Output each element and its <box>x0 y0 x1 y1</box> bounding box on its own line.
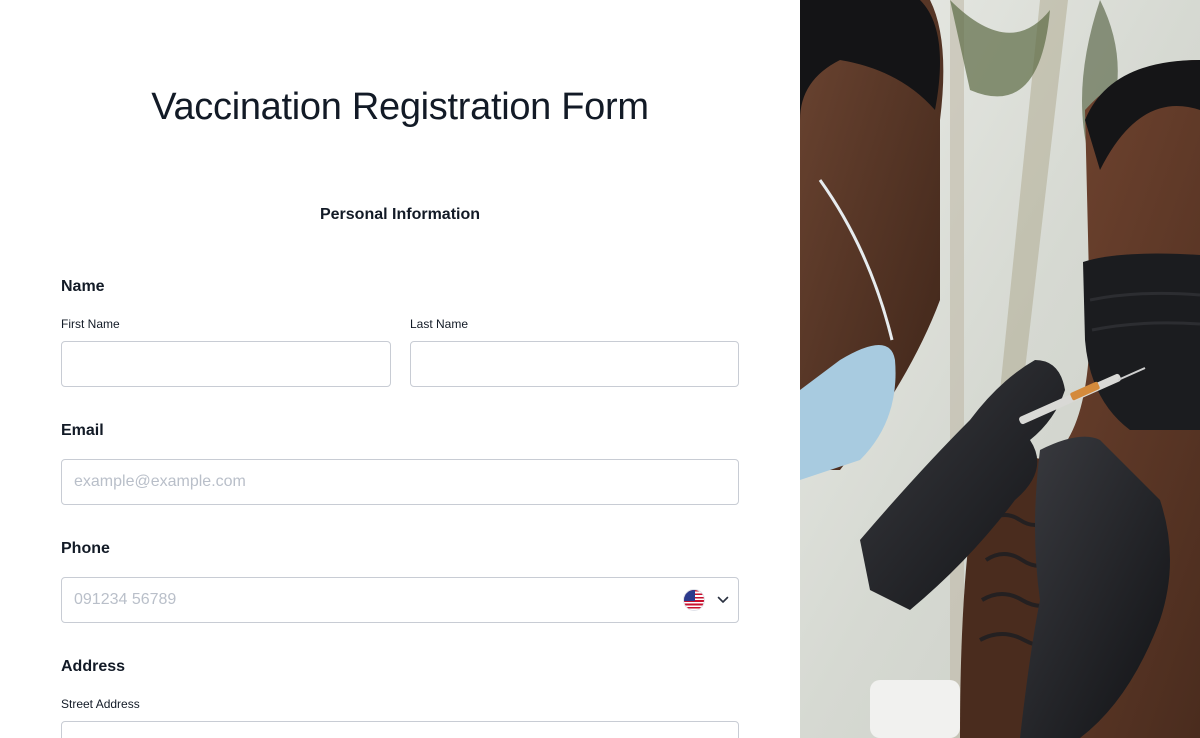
address-label: Address <box>61 658 126 675</box>
street-address-label: Street Address <box>61 697 140 711</box>
last-name-label: Last Name <box>410 317 469 331</box>
email-label: Email <box>61 422 104 439</box>
country-code-dropdown[interactable] <box>683 588 729 612</box>
first-name-label: First Name <box>61 317 120 331</box>
last-name-input[interactable] <box>410 341 739 387</box>
first-name-input[interactable] <box>61 341 391 387</box>
email-input[interactable] <box>61 459 739 505</box>
section-title: Personal Information <box>319 206 481 223</box>
registration-form-panel: Vaccination Registration Form Personal I… <box>0 0 800 738</box>
phone-input[interactable] <box>61 577 739 623</box>
phone-label: Phone <box>61 540 110 557</box>
name-label: Name <box>61 278 105 295</box>
chevron-down-icon <box>717 594 729 606</box>
us-flag-icon <box>683 589 705 611</box>
form-title: Vaccination Registration Form <box>151 86 649 128</box>
street-address-input[interactable] <box>61 721 739 738</box>
vaccination-photo <box>800 0 1200 738</box>
phone-field <box>61 577 739 623</box>
